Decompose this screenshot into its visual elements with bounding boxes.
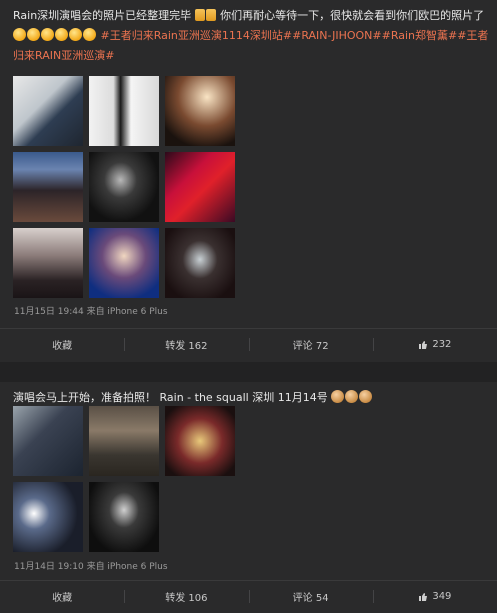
photo-thumbnail[interactable] [13,482,83,552]
photo-thumbnail[interactable] [165,152,235,222]
muscle-emoji-icon [194,9,205,21]
post-card-1: Rain深圳演唱会的照片已经整理完毕 你们再耐心等待一下，很快就会看到你们欧巴的… [0,0,497,362]
favorite-button[interactable]: 收藏 [0,581,124,612]
post-body-1: Rain深圳演唱会的照片已经整理完毕 [13,9,192,22]
emoji-icon [359,390,373,403]
thumbs-up-icon [419,340,428,349]
photo-thumbnail[interactable] [89,152,159,222]
post-body-2: 演唱会马上开始，准备拍照！ Rain - the squall 深圳 11月14… [13,391,328,404]
emoji-icon [69,28,82,41]
emoji-icon [345,390,359,403]
thumbs-up-icon [419,592,428,601]
comment-button[interactable]: 评论 72 [248,329,373,360]
post-text-2: 演唱会马上开始，准备拍照！ Rain - the squall 深圳 11月14… [13,388,489,408]
muscle-emoji-icon [205,9,216,21]
photo-thumbnail[interactable] [89,76,159,146]
repost-button[interactable]: 转发 106 [124,581,248,612]
post-body-1b: 你们再耐心等待一下，很快就会看到你们欧巴的照片了 [220,9,485,22]
photo-thumbnail[interactable] [165,228,235,298]
like-button[interactable]: 232 [372,329,497,360]
post-timestamp-1: 11月15日 19:44 来自 iPhone 6 Plus [14,307,168,317]
emoji-icon [331,390,345,403]
photo-thumbnail[interactable] [13,152,83,222]
repost-button[interactable]: 转发 162 [124,329,248,360]
photo-thumbnail[interactable] [165,76,235,146]
like-count: 232 [432,339,452,350]
emoji-icon [83,28,96,41]
photo-thumbnail[interactable] [89,406,159,476]
photo-thumbnail[interactable] [13,406,83,476]
photo-thumbnail[interactable] [89,228,159,298]
favorite-button[interactable]: 收藏 [0,329,124,360]
photo-thumbnail[interactable] [13,228,83,298]
post-card-2: 演唱会马上开始，准备拍照！ Rain - the squall 深圳 11月14… [0,382,497,613]
photo-thumbnail[interactable] [13,76,83,146]
comment-button[interactable]: 评论 54 [248,581,373,612]
emoji-icon [41,28,54,41]
emoji-icon [55,28,68,41]
emoji-icon [13,28,26,41]
emoji-icon [27,28,40,41]
post-text-1: Rain深圳演唱会的照片已经整理完毕 你们再耐心等待一下，很快就会看到你们欧巴的… [13,6,489,66]
action-bar-1: 收藏 转发 162 评论 72 232 [0,328,497,360]
like-button[interactable]: 349 [372,581,497,612]
photo-thumbnail[interactable] [89,482,159,552]
post-timestamp-2: 11月14日 19:10 来自 iPhone 6 Plus [14,562,168,572]
action-bar-2: 收藏 转发 106 评论 54 349 [0,580,497,612]
like-count: 349 [432,591,452,602]
photo-thumbnail[interactable] [165,406,235,476]
